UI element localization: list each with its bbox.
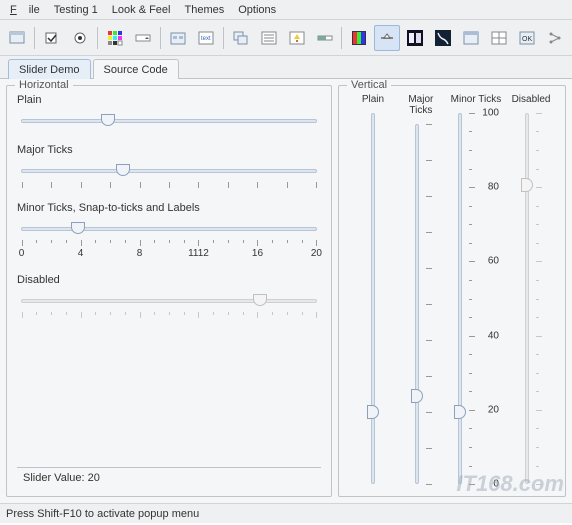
tool-dialog-icon[interactable] — [284, 25, 310, 51]
menu-look-feel[interactable]: Look & Feel — [106, 2, 177, 18]
toolbar: text OK — [0, 20, 572, 56]
tool-panel-icon[interactable] — [458, 25, 484, 51]
tool-frame-icon[interactable] — [4, 25, 30, 51]
v-minor-scale: 100 80 60 40 20 0 — [477, 109, 501, 488]
tab-slider-demo[interactable]: Slider Demo — [8, 59, 91, 79]
menu-bar: File Testing 1 Look & Feel Themes Option… — [0, 0, 572, 20]
v-minor-label: Minor Ticks — [451, 94, 502, 105]
v-plain-label: Plain — [362, 94, 384, 105]
major-ticks-marks — [17, 182, 321, 188]
major-ticks-slider[interactable] — [17, 162, 321, 180]
tool-table-icon[interactable] — [486, 25, 512, 51]
menu-testing[interactable]: Testing 1 — [48, 2, 104, 18]
tool-filechooser-icon[interactable] — [165, 25, 191, 51]
minor-ticks-slider[interactable] — [17, 220, 321, 238]
menu-file[interactable]: File — [4, 2, 46, 18]
menu-themes[interactable]: Themes — [178, 2, 230, 18]
horizontal-panel: Horizontal Plain Major Ticks Minor Ticks… — [6, 85, 332, 497]
tool-radio-icon[interactable] — [67, 25, 93, 51]
svg-text:OK: OK — [522, 36, 532, 43]
v-disabled-label: Disabled — [512, 94, 551, 105]
v-disabled-ticks — [536, 109, 544, 488]
disabled-label: Disabled — [17, 274, 321, 286]
tool-internal-icon[interactable] — [228, 25, 254, 51]
tab-source-code[interactable]: Source Code — [93, 59, 179, 79]
menu-options[interactable]: Options — [232, 2, 282, 18]
tool-colors-icon[interactable] — [102, 25, 128, 51]
minor-ticks-scale: 0 4 8 1112 16 20 — [17, 248, 321, 260]
tool-text-icon[interactable]: text — [193, 25, 219, 51]
svg-text:text: text — [201, 36, 211, 42]
tool-tabbed-icon[interactable] — [430, 25, 456, 51]
tool-splitpane-icon[interactable] — [402, 25, 428, 51]
vertical-panel-title: Vertical — [347, 79, 391, 91]
horizontal-panel-title: Horizontal — [15, 79, 73, 91]
plain-label: Plain — [17, 94, 321, 106]
tool-tree-icon[interactable] — [542, 25, 568, 51]
vertical-panel: Vertical Plain Major Ticks Minor Ticks — [338, 85, 566, 497]
tool-progress-icon[interactable] — [312, 25, 338, 51]
disabled-ticks-marks — [17, 312, 321, 318]
footer-status: Press Shift-F10 to activate popup menu — [0, 503, 572, 523]
v-major-ticks — [426, 120, 434, 488]
tool-combo-icon[interactable] — [130, 25, 156, 51]
tool-ok-icon[interactable]: OK — [514, 25, 540, 51]
tool-checkbox-icon[interactable] — [39, 25, 65, 51]
tool-slider-icon[interactable] — [374, 25, 400, 51]
minor-ticks-label: Minor Ticks, Snap-to-ticks and Labels — [17, 202, 321, 214]
major-ticks-label: Major Ticks — [17, 144, 321, 156]
slider-value-status: Slider Value: 20 — [17, 467, 321, 488]
v-disabled-slider — [518, 109, 536, 488]
v-major-label: Major Ticks — [397, 94, 445, 116]
disabled-slider — [17, 292, 321, 310]
v-plain-slider[interactable] — [364, 109, 382, 488]
v-major-slider[interactable] — [408, 120, 426, 488]
minor-ticks-marks — [17, 240, 321, 246]
content-area: Horizontal Plain Major Ticks Minor Ticks… — [0, 79, 572, 503]
tool-scroll-icon[interactable] — [346, 25, 372, 51]
v-minor-slider[interactable] — [451, 109, 469, 488]
tab-bar: Slider Demo Source Code — [0, 56, 572, 79]
v-minor-ticks — [469, 109, 477, 488]
tool-list-icon[interactable] — [256, 25, 282, 51]
plain-slider[interactable] — [17, 112, 321, 130]
